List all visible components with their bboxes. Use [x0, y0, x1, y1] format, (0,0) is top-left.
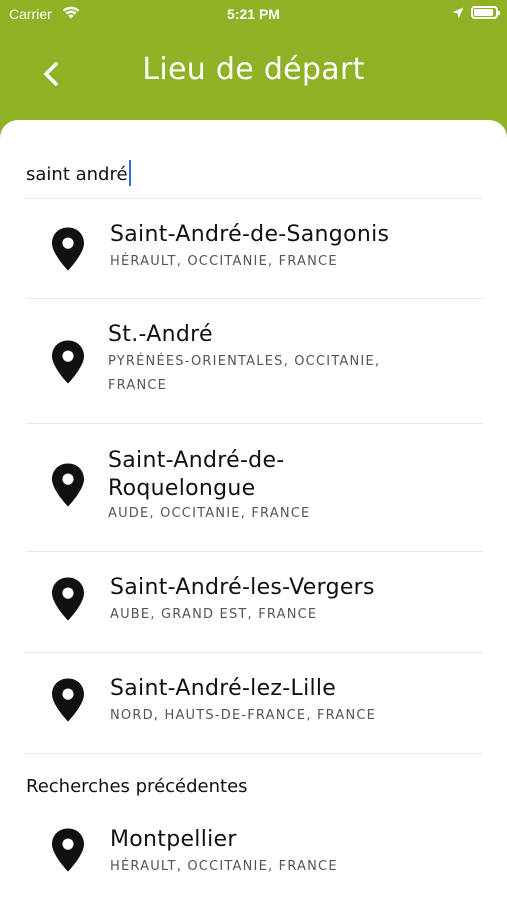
status-bar: Carrier 5:21 PM	[0, 0, 507, 30]
map-pin-icon	[50, 677, 86, 723]
recent-item[interactable]: Montpellier HÉRAULT, OCCITANIE, FRANCE	[26, 804, 483, 900]
battery-level	[474, 9, 493, 16]
search-input[interactable]: saint andré	[26, 160, 131, 186]
result-item[interactable]: Saint-André-de-Sangonis HÉRAULT, OCCITAN…	[26, 199, 483, 299]
result-item[interactable]: Saint-André-les-Vergers AUBE, GRAND EST,…	[26, 552, 483, 653]
map-pin-icon	[50, 339, 86, 385]
page-title: Lieu de départ	[142, 52, 365, 87]
search-input-value: saint andré	[26, 164, 128, 185]
text-caret	[128, 160, 131, 186]
search-card: saint andré Saint-André-de-Sangonis HÉRA…	[0, 120, 507, 900]
battery-icon	[471, 6, 500, 19]
place-name: Saint-André-de-Sangonis	[110, 222, 390, 247]
map-pin-icon	[50, 827, 86, 873]
map-pin-icon	[50, 576, 86, 622]
place-region: AUDE, OCCITANIE, FRANCE	[108, 506, 311, 521]
app-header: Lieu de départ	[0, 30, 507, 122]
place-region: NORD, HAUTS-DE-FRANCE, FRANCE	[110, 708, 377, 723]
place-region-line-1: PYRÉNÉES-ORIENTALES, OCCITANIE,	[108, 354, 381, 369]
place-name: Saint-André-lez-Lille	[110, 676, 337, 701]
place-region: HÉRAULT, OCCITANIE, FRANCE	[110, 859, 338, 874]
clock: 5:21 PM	[227, 6, 280, 22]
result-item[interactable]: Saint-André-de- Roquelongue AUDE, OCCITA…	[26, 424, 483, 552]
place-name: St.-André	[108, 322, 213, 347]
result-item[interactable]: Saint-André-lez-Lille NORD, HAUTS-DE-FRA…	[26, 653, 483, 754]
place-name: Montpellier	[110, 827, 237, 852]
place-region: HÉRAULT, OCCITANIE, FRANCE	[110, 254, 338, 269]
place-region: AUBE, GRAND EST, FRANCE	[110, 607, 318, 622]
result-item[interactable]: St.-André PYRÉNÉES-ORIENTALES, OCCITANIE…	[26, 299, 483, 424]
place-name-line-1: Saint-André-de-	[108, 448, 285, 473]
row-divider	[26, 753, 483, 754]
recent-searches-heading: Recherches précédentes	[26, 776, 248, 797]
place-name-line-2: Roquelongue	[108, 476, 256, 501]
location-arrow-icon	[452, 6, 464, 19]
place-region-line-2: FRANCE	[108, 378, 168, 393]
place-name: Saint-André-les-Vergers	[110, 575, 375, 600]
map-pin-icon	[50, 226, 86, 272]
map-pin-icon	[50, 462, 86, 508]
